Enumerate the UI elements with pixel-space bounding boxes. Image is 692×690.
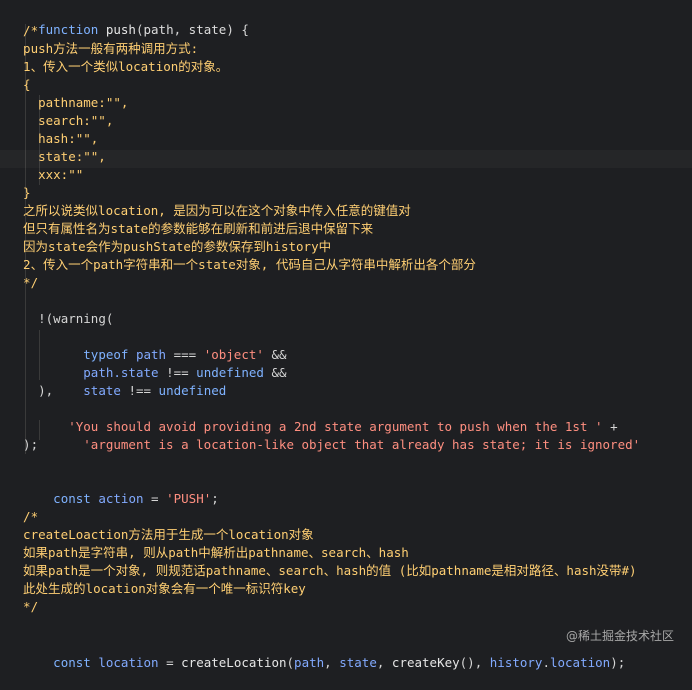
code-line: path.state !== undefined && (8, 346, 286, 380)
comment-line: */ (8, 599, 39, 614)
identifier-state: state (339, 655, 377, 670)
function-call-createLocation: createLocation (181, 655, 287, 670)
code-line: warning( (8, 292, 113, 326)
keyword-const: const (53, 655, 91, 670)
code-line: const location = createLocation(path, st… (53, 655, 626, 670)
code-line: 'You should avoid providing a 2nd state … (8, 400, 617, 434)
comment-line: pathname:"", (8, 95, 129, 110)
comment-line: 如果path是字符串, 则从path中解析出pathname、search、ha… (8, 545, 409, 560)
code-line: state !== undefined (8, 364, 226, 398)
keyword-const: const (53, 491, 91, 506)
keyword-undefined: undefined (158, 383, 227, 398)
code-line: ), (8, 383, 54, 398)
identifier-history: history (489, 655, 543, 670)
comment-line: /* (8, 23, 39, 38)
function-name: push (105, 22, 136, 37)
warning-call: warning( (53, 311, 114, 326)
code-line: 'argument is a location-like object that… (8, 418, 640, 452)
comment-line: 但只有属性名为state的参数能够在刷新和前进后退中保留下来 (8, 221, 374, 236)
code-line: !( (8, 311, 54, 326)
param-separator: , (173, 22, 189, 37)
comment-line: { (8, 77, 31, 92)
open-paren: ( (135, 22, 144, 37)
code-line: ); (8, 437, 39, 452)
identifier-state: state (83, 383, 121, 398)
comment-line: state:"", (8, 149, 106, 164)
comment-line: 如果path是一个对象, 则规范话pathname、search、hash的值 … (8, 563, 637, 578)
comment-line: 1、传入一个类似location的对象。 (8, 59, 229, 74)
comment-line: */ (8, 275, 39, 290)
identifier-action: action (98, 491, 144, 506)
string-warning-message-2: 'argument is a location-like object that… (83, 437, 641, 452)
property-location: location (549, 655, 611, 670)
operator-eq: = (151, 491, 159, 506)
keyword-function: function (38, 22, 99, 37)
string-push: 'PUSH' (166, 491, 212, 506)
param-path: path (143, 22, 174, 37)
operator-eq: = (166, 655, 174, 670)
code-line: const action = 'PUSH'; (53, 491, 219, 506)
operator-strict-neq: !== (128, 383, 152, 398)
comment-line: 之所以说类似location, 是因为可以在这个对象中传入任意的键值对 (8, 203, 411, 218)
function-call-createKey: createKey (391, 655, 460, 670)
code-line: function push(path, state) { (8, 3, 249, 37)
identifier-location: location (98, 655, 159, 670)
comment-line: } (8, 185, 31, 200)
comment-line: /* (8, 509, 39, 524)
identifier-path: path (294, 655, 325, 670)
comment-line: 此处生成的location对象会有一个唯一标识符key (8, 581, 306, 596)
param-state: state (188, 22, 227, 37)
code-line: typeof path === 'object' && (8, 328, 286, 362)
comment-line: 因为state会作为pushState的参数保存到history中 (8, 239, 332, 254)
function-open: ) { (226, 22, 249, 37)
comment-line: createLoaction方法用于生成一个location对象 (8, 527, 314, 542)
code-editor[interactable]: function push(path, state) { /* push方法一般… (0, 0, 692, 670)
watermark: @稀土掘金技术社区 (565, 629, 674, 643)
comment-line: 2、传入一个path字符串和一个state对象, 代码自己从字符串中解析出各个部… (8, 257, 476, 272)
comment-line: hash:"", (8, 131, 99, 146)
comment-line: xxx:"" (8, 167, 84, 182)
comment-line: search:"", (8, 113, 114, 128)
comment-line: push方法一般有两种调用方式: (8, 41, 199, 56)
operator-and: && (271, 365, 287, 380)
